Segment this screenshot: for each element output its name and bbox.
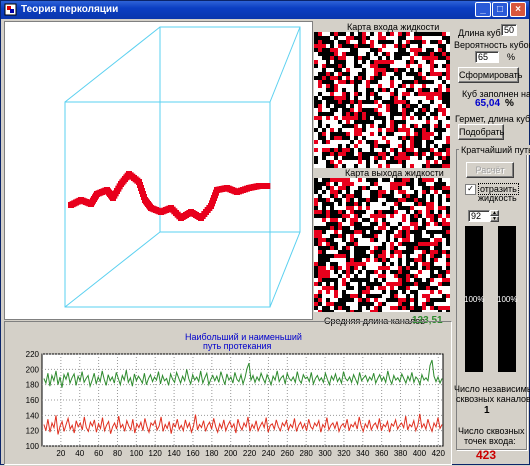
y-tick-label: 180 [26, 381, 40, 390]
x-tick-label: 400 [413, 449, 427, 458]
path-chart-panel: Наибольший и наименьший путь протекания … [4, 321, 452, 465]
pick-button[interactable]: Подобрать [458, 124, 504, 140]
y-tick-label: 160 [26, 396, 40, 405]
x-tick-label: 420 [432, 449, 446, 458]
y-tick-label: 220 [26, 350, 40, 359]
y-tick-label: 120 [26, 427, 40, 436]
cube-length-field[interactable]: 50 [501, 24, 517, 36]
probability-label: Вероятность кубов [454, 40, 530, 50]
filled-value: 65,04 [475, 98, 501, 109]
x-tick-label: 300 [318, 449, 332, 458]
filled-unit: % [505, 98, 514, 109]
points-value: 423 [476, 448, 497, 462]
x-tick-label: 240 [262, 449, 276, 458]
output-map[interactable] [314, 178, 450, 314]
shortest-path-title: Кратчайший путь [459, 145, 530, 155]
x-tick-label: 220 [243, 449, 257, 458]
x-tick-label: 160 [186, 449, 200, 458]
y-tick-label: 100 [26, 442, 40, 451]
cube-edges [64, 26, 301, 308]
x-tick-label: 100 [130, 449, 144, 458]
percolation-path [68, 171, 271, 221]
x-tick-label: 60 [94, 449, 103, 458]
x-tick-label: 360 [375, 449, 389, 458]
points-label-1: Число сквозных [458, 426, 525, 436]
x-tick-label: 40 [75, 449, 84, 458]
level-bar-right-label: 100% [497, 295, 518, 304]
y-tick-label: 140 [26, 411, 40, 420]
input-map-title: Карта входа жидкости [347, 22, 440, 32]
show-liquid-label-2: жидкость [478, 193, 517, 203]
points-label-2: точек входа: [464, 436, 516, 446]
x-tick-label: 80 [113, 449, 122, 458]
indep-value: 1 [484, 405, 490, 416]
cube-wireframe [64, 26, 301, 308]
x-tick-label: 340 [356, 449, 370, 458]
chart-title-2: путь протекания [203, 341, 272, 351]
calc-button[interactable]: Расчёт [466, 162, 514, 178]
x-tick-label: 20 [56, 449, 65, 458]
form-button[interactable]: Сформировать [458, 67, 522, 83]
y-tick-label: 200 [26, 365, 40, 374]
germet-label: Гермет, длина куба [455, 114, 530, 124]
spin-field[interactable]: 92 [468, 210, 490, 222]
title-bar[interactable]: Теория перколяции _ □ × [1, 1, 529, 19]
x-tick-label: 280 [300, 449, 314, 458]
minimize-button[interactable]: _ [475, 2, 491, 17]
close-button[interactable]: × [510, 2, 526, 17]
cube-3d-view[interactable] [4, 21, 313, 320]
input-map[interactable] [314, 32, 450, 168]
probability-unit: % [507, 52, 516, 62]
x-tick-label: 320 [337, 449, 351, 458]
x-tick-label: 200 [224, 449, 238, 458]
indep-label-1: Число независимых [454, 384, 530, 394]
x-tick-label: 260 [281, 449, 295, 458]
level-bar-left-label: 100% [464, 295, 485, 304]
x-tick-label: 380 [394, 449, 408, 458]
indep-label-2: сквозных каналов: [456, 394, 530, 404]
maximize-button[interactable]: □ [492, 2, 508, 17]
output-map-title: Карта выхода жидкости [345, 168, 444, 178]
path-cell [264, 183, 271, 189]
x-tick-label: 120 [149, 449, 163, 458]
x-tick-label: 180 [205, 449, 219, 458]
x-tick-label: 140 [167, 449, 181, 458]
show-liquid-checkbox[interactable]: ✓ [465, 184, 476, 195]
spin-down-button[interactable]: ▼ [490, 216, 499, 222]
app-icon [4, 3, 17, 16]
probability-field[interactable]: 65 [475, 51, 499, 63]
window-title: Теория перколяции [21, 4, 119, 15]
main-window: Теория перколяции _ □ × Карта входа жидк… [0, 0, 530, 465]
cube-length-label: Длина куба [458, 28, 506, 38]
